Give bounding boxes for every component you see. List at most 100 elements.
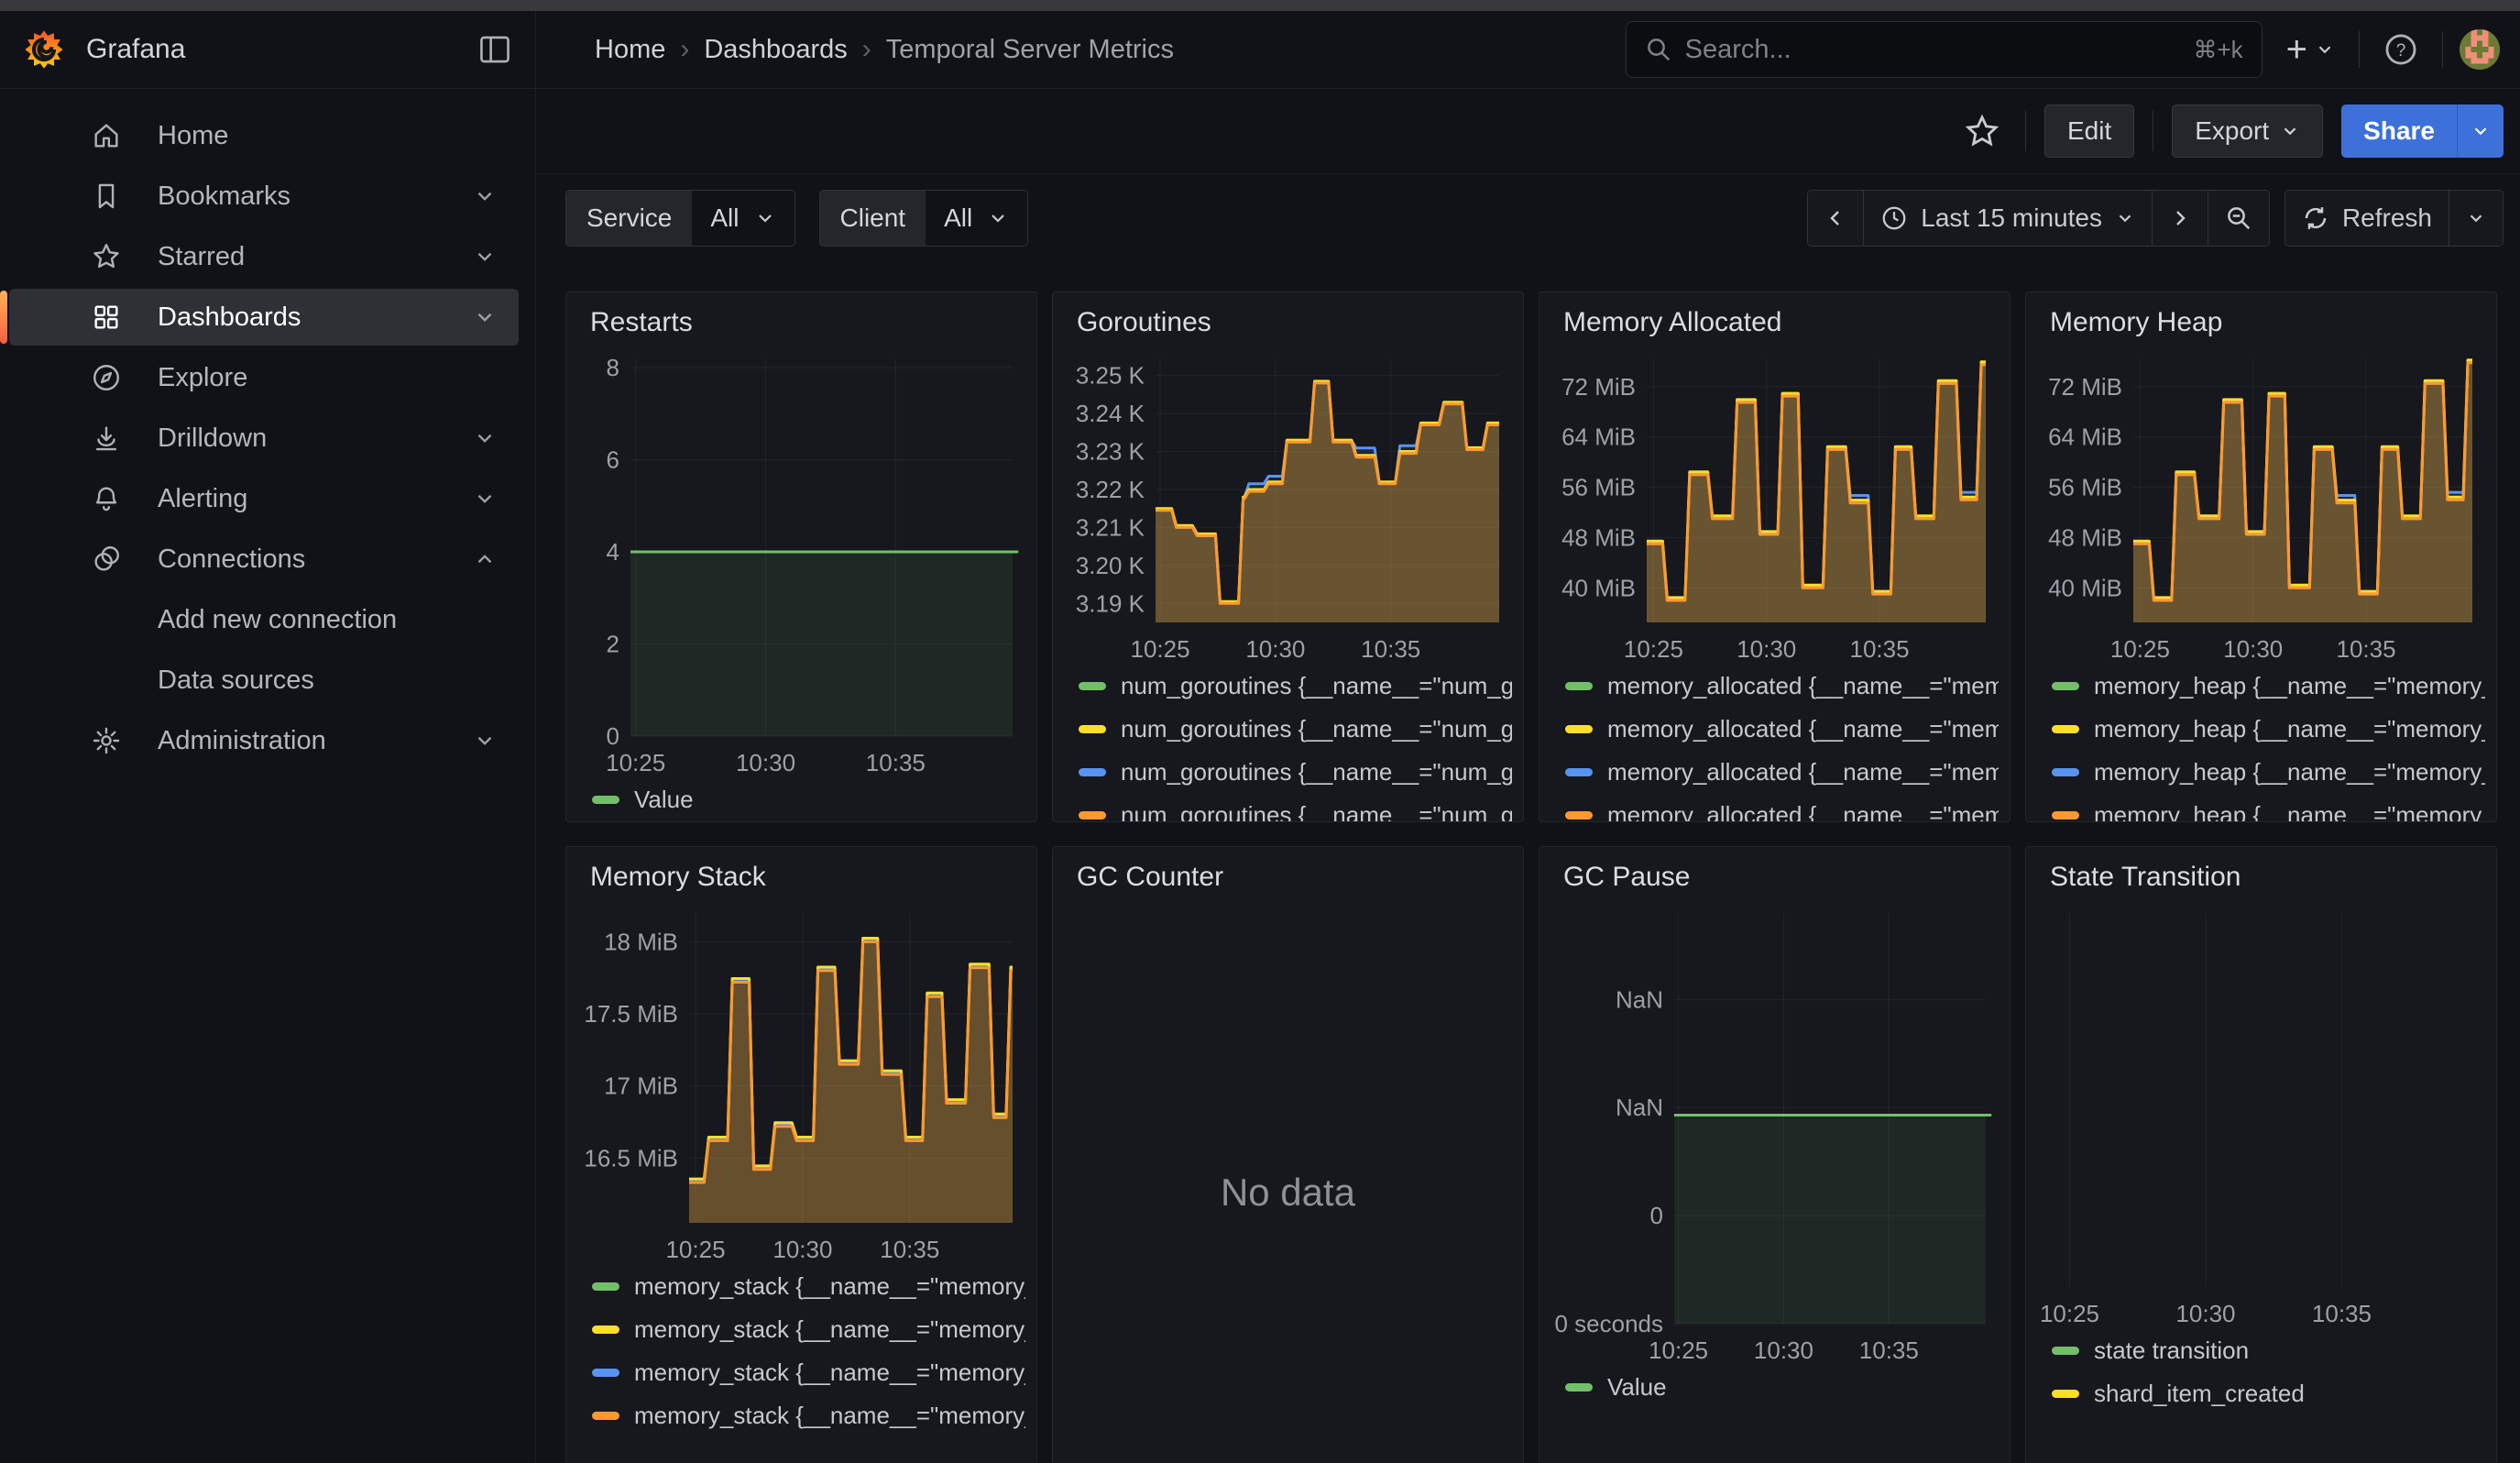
search-input[interactable]: Search... ⌘+k — [1626, 21, 2263, 78]
export-button[interactable]: Export — [2172, 104, 2323, 158]
panel-title[interactable]: Memory Stack — [577, 847, 1025, 898]
panel-title[interactable]: GC Pause — [1550, 847, 1999, 898]
panel-title[interactable]: Restarts — [577, 292, 1025, 344]
sidebar-item-label: Starred — [158, 242, 473, 272]
sidebar-toggle-icon[interactable] — [471, 28, 519, 72]
panel-title[interactable]: GC Counter — [1064, 847, 1512, 898]
svg-text:17.5 MiB: 17.5 MiB — [584, 1000, 678, 1028]
refresh-button[interactable]: Refresh — [2285, 191, 2449, 246]
sidebar-item-starred[interactable]: Starred — [0, 226, 535, 287]
avatar[interactable] — [2460, 29, 2500, 70]
sidebar-item-dashboards[interactable]: Dashboards — [0, 287, 535, 347]
time-controls: Last 15 minutes Refresh — [1807, 190, 2504, 247]
sidebar-item-explore[interactable]: Explore — [0, 347, 535, 408]
legend-item[interactable]: memory_allocated {__name__="memc — [1565, 751, 1999, 794]
legend-item[interactable]: shard_item_created — [2052, 1372, 2485, 1415]
sidebar-item-connections[interactable]: Connections — [0, 529, 535, 589]
legend-item[interactable]: Value — [592, 778, 1025, 821]
legend-series-label: memory_stack {__name__="memory_s — [634, 1272, 1025, 1301]
sidebar-item-administration[interactable]: Administration — [0, 710, 535, 771]
legend-item[interactable]: memory_stack {__name__="memory_s — [592, 1308, 1025, 1351]
variable-client-select[interactable]: All — [926, 191, 1027, 246]
legend-item[interactable]: memory_allocated {__name__="memc — [1565, 665, 1999, 708]
legend-item[interactable]: num_goroutines {__name__="num_go — [1079, 794, 1512, 822]
breadcrumb-separator: › — [862, 34, 871, 65]
legend-series-label: memory_heap {__name__="memory_h — [2094, 801, 2485, 822]
legend-item[interactable]: state transition — [2052, 1329, 2485, 1372]
legend-series-label: memory_stack {__name__="memory_s — [634, 1315, 1025, 1344]
sidebar-item-add-new-connection[interactable]: Add new connection — [0, 589, 535, 650]
star-icon — [88, 241, 125, 272]
zoom-out-button[interactable] — [2208, 191, 2269, 246]
legend-series-label: memory_stack {__name__="memory_s — [634, 1402, 1025, 1430]
legend-item[interactable]: num_goroutines {__name__="num_go — [1079, 665, 1512, 708]
panel-title[interactable]: Memory Allocated — [1550, 292, 1999, 344]
breadcrumb-home[interactable]: Home — [595, 35, 665, 65]
sidebar-item-label: Home — [158, 121, 509, 151]
chevron-down-icon — [473, 305, 497, 329]
chevron-down-icon — [473, 245, 497, 269]
legend-item[interactable]: memory_heap {__name__="memory_h — [2052, 751, 2485, 794]
legend-item[interactable]: num_goroutines {__name__="num_go — [1079, 751, 1512, 794]
header-left: Grafana — [0, 11, 536, 88]
legend-item[interactable]: memory_heap {__name__="memory_h — [2052, 708, 2485, 751]
breadcrumb: Home › Dashboards › Temporal Server Metr… — [536, 34, 1174, 65]
bell-icon — [88, 483, 125, 514]
chart[interactable]: 40 MiB48 MiB56 MiB64 MiB72 MiB10:2510:30… — [2037, 344, 2485, 665]
sidebar-item-alerting[interactable]: Alerting — [0, 468, 535, 529]
legend-series-color — [592, 1412, 619, 1420]
help-icon[interactable]: ? — [2376, 25, 2426, 74]
legend-series-label: memory_heap {__name__="memory_h — [2094, 758, 2485, 786]
svg-text:2: 2 — [607, 631, 619, 658]
chart[interactable]: 10:2510:3010:35 — [2037, 898, 2485, 1329]
chevron-down-icon — [2115, 208, 2135, 228]
breadcrumb-dashboards[interactable]: Dashboards — [704, 35, 847, 65]
legend-item[interactable]: memory_stack {__name__="memory_s — [592, 1351, 1025, 1394]
svg-text:4: 4 — [607, 538, 619, 566]
drilldown-icon — [88, 423, 125, 454]
active-accent-bar — [0, 291, 7, 344]
legend-series-color — [2052, 1390, 2079, 1398]
chart[interactable]: 3.19 K3.20 K3.21 K3.22 K3.23 K3.24 K3.25… — [1064, 344, 1512, 665]
svg-text:72 MiB: 72 MiB — [1561, 373, 1636, 401]
legend: Value — [577, 778, 1025, 821]
svg-text:3.23 K: 3.23 K — [1076, 438, 1145, 466]
legend-item[interactable]: memory_allocated {__name__="memc — [1565, 794, 1999, 822]
chart[interactable]: 0246810:2510:3010:35 — [577, 344, 1025, 778]
time-shift-back-button[interactable] — [1808, 191, 1864, 246]
sidebar-item-data-sources[interactable]: Data sources — [0, 650, 535, 710]
sidebar-item-drilldown[interactable]: Drilldown — [0, 408, 535, 468]
legend-item[interactable]: memory_allocated {__name__="memc — [1565, 708, 1999, 751]
legend-item[interactable]: num_goroutines {__name__="num_go — [1079, 708, 1512, 751]
sidebar-item-bookmarks[interactable]: Bookmarks — [0, 166, 535, 226]
legend-series-color — [1079, 768, 1106, 776]
svg-text:10:25: 10:25 — [1130, 635, 1189, 663]
time-range-picker[interactable]: Last 15 minutes — [1864, 191, 2153, 246]
legend-item[interactable]: memory_stack {__name__="memory_s — [592, 1394, 1025, 1437]
time-shift-forward-button[interactable] — [2153, 191, 2208, 246]
add-button[interactable]: + — [2279, 22, 2342, 78]
legend-item[interactable]: memory_stack {__name__="memory_s — [592, 1265, 1025, 1308]
sidebar-item-home[interactable]: Home — [0, 105, 535, 166]
star-dashboard-button[interactable] — [1957, 106, 2007, 156]
legend-item[interactable]: memory_heap {__name__="memory_h — [2052, 794, 2485, 822]
refresh-interval-chevron[interactable] — [2449, 191, 2503, 246]
legend-series-label: num_goroutines {__name__="num_go — [1121, 715, 1512, 743]
panel-title[interactable]: Goroutines — [1064, 292, 1512, 344]
svg-text:0 seconds: 0 seconds — [1554, 1310, 1663, 1337]
share-button[interactable]: Share — [2341, 104, 2457, 158]
legend-item[interactable]: memory_heap {__name__="memory_h — [2052, 665, 2485, 708]
svg-text:10:35: 10:35 — [1850, 635, 1910, 663]
share-options-chevron[interactable] — [2457, 104, 2504, 158]
legend-series-color — [2052, 682, 2079, 690]
panel-title[interactable]: State Transition — [2037, 847, 2485, 898]
variable-service-select[interactable]: All — [692, 191, 794, 246]
legend-item[interactable]: Value — [1565, 1366, 1999, 1409]
connections-icon — [88, 544, 125, 575]
edit-button[interactable]: Edit — [2044, 104, 2134, 158]
chart[interactable]: 40 MiB48 MiB56 MiB64 MiB72 MiB10:2510:30… — [1550, 344, 1999, 665]
svg-text:64 MiB: 64 MiB — [1561, 424, 1636, 451]
panel-title[interactable]: Memory Heap — [2037, 292, 2485, 344]
chart[interactable]: 0 seconds0NaNNaN10:2510:3010:35 — [1550, 898, 1999, 1366]
chart[interactable]: 16.5 MiB17 MiB17.5 MiB18 MiB10:2510:3010… — [577, 898, 1025, 1265]
